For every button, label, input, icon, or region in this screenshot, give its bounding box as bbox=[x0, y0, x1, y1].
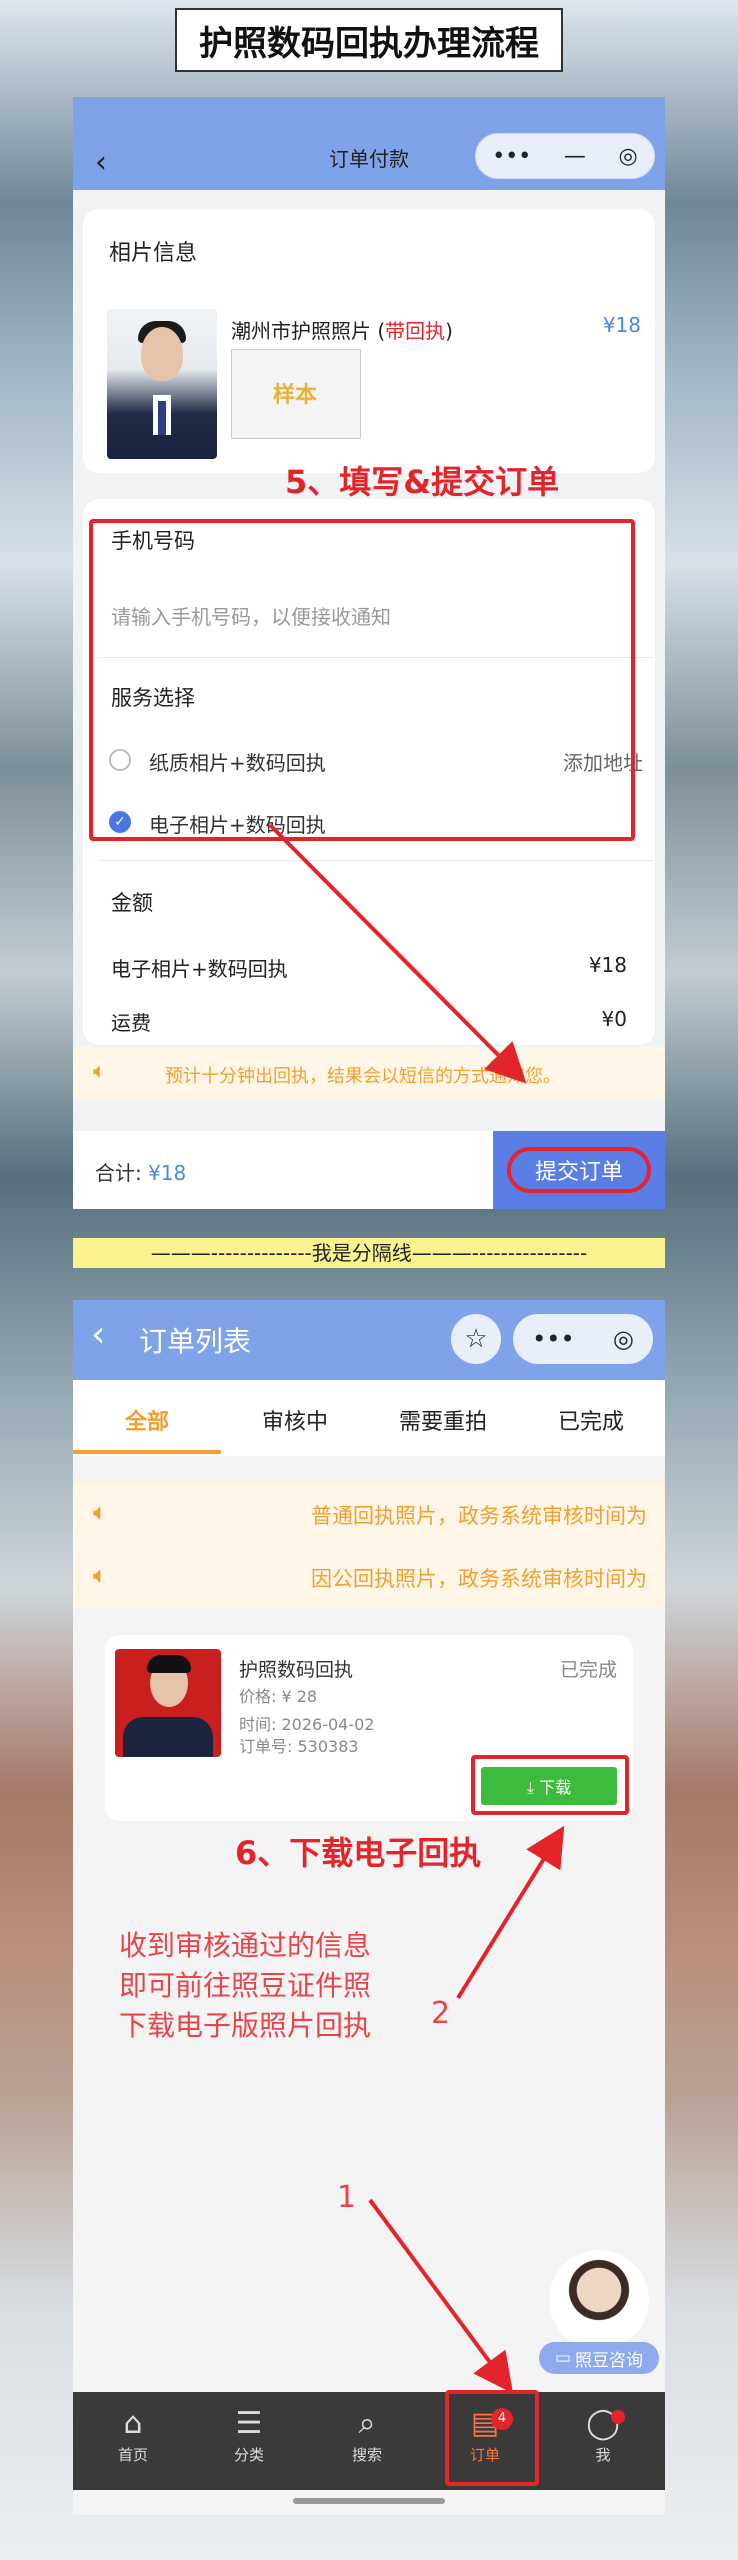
arrow-step1 bbox=[368, 2198, 514, 2394]
arrow-step6 bbox=[456, 1825, 565, 2000]
arrow-step5 bbox=[268, 823, 527, 1084]
annotation-arrows bbox=[268, 823, 565, 2394]
